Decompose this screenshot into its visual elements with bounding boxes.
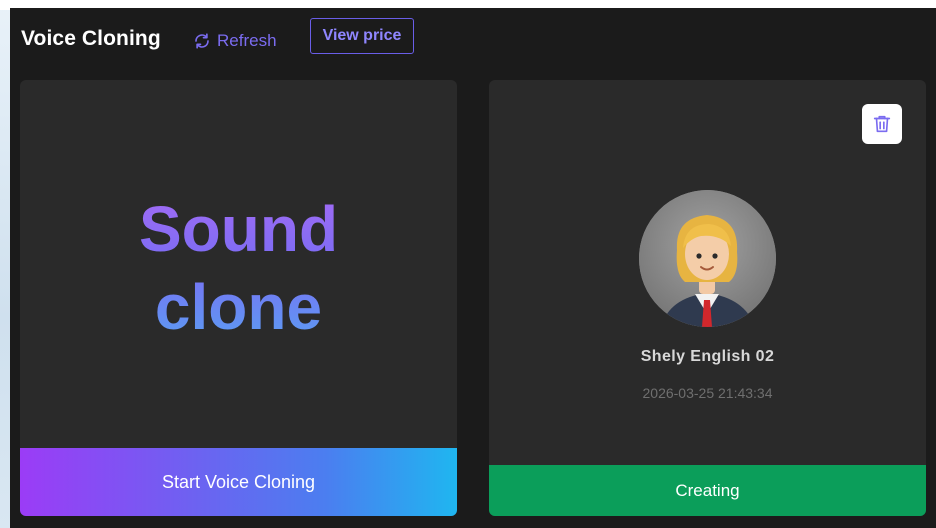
voice-cloning-panel: Voice Cloning Refresh View price Sound c… xyxy=(10,8,936,528)
start-voice-cloning-button[interactable]: Start Voice Cloning xyxy=(20,448,457,516)
refresh-button[interactable]: Refresh xyxy=(193,30,277,52)
page-title: Voice Cloning xyxy=(21,27,161,50)
voice-name: Shely English 02 xyxy=(640,348,775,365)
sound-clone-line1: Sound xyxy=(138,193,339,265)
voice-created-time: 2026-03-25 21:43:34 xyxy=(642,385,773,401)
refresh-icon xyxy=(195,33,209,49)
voice-card: Shely English 02 2026-03-25 21:43:34 Cre… xyxy=(489,80,926,516)
sound-clone-card[interactable]: Sound clone Start Voice Cloning xyxy=(20,80,457,516)
header: Voice Cloning Refresh View price xyxy=(10,8,936,72)
sound-clone-line2: clone xyxy=(154,271,323,343)
avatar-image xyxy=(639,190,776,327)
avatar xyxy=(639,190,776,327)
creating-status-bar: Creating xyxy=(489,465,926,516)
view-price-button[interactable]: View price xyxy=(310,18,414,54)
trash-icon xyxy=(873,115,891,133)
delete-button[interactable] xyxy=(862,104,902,144)
refresh-label: Refresh xyxy=(217,31,277,50)
sound-clone-heading: Sound clone xyxy=(20,190,457,346)
